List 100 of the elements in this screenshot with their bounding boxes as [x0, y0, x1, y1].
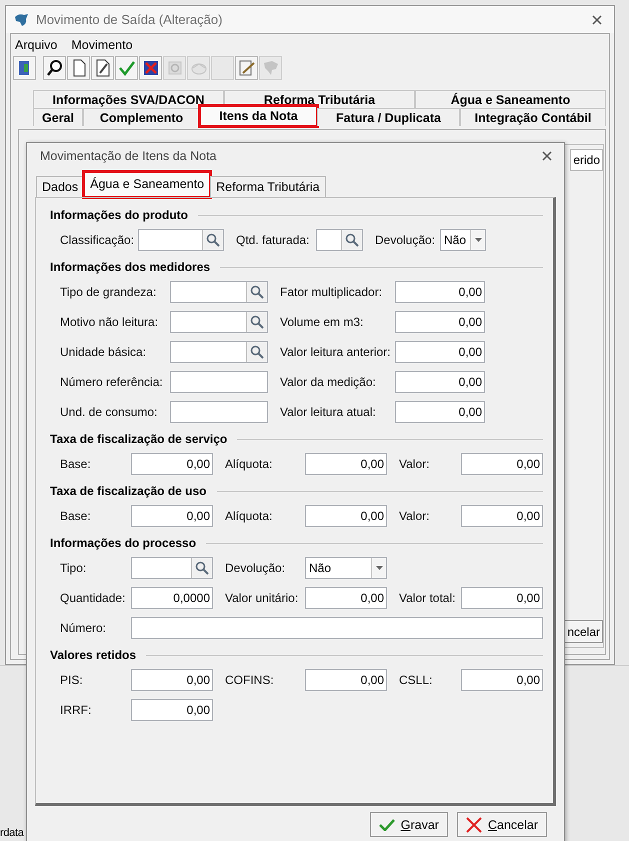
- tab[interactable]: Complemento: [83, 108, 200, 126]
- tab[interactable]: Água e Saneamento: [84, 172, 210, 197]
- section-title: Taxa de fiscalização de uso: [50, 484, 207, 498]
- toolbar-button[interactable]: [91, 56, 114, 80]
- close-icon: [466, 816, 482, 832]
- search-icon: [345, 233, 359, 247]
- number-field[interactable]: 0,00: [461, 453, 543, 475]
- text-field[interactable]: [170, 371, 268, 393]
- dropdown-field[interactable]: Não: [440, 229, 486, 251]
- lookup-field[interactable]: [170, 281, 268, 303]
- menu-item[interactable]: Arquivo: [15, 38, 58, 52]
- edit-document-icon: [94, 59, 112, 77]
- search-icon: [46, 59, 64, 77]
- number-field[interactable]: 0,00: [395, 371, 485, 393]
- save-button[interactable]: Gravar: [370, 812, 448, 837]
- number-field[interactable]: 0,00: [305, 453, 387, 475]
- cancel-button[interactable]: ncelar: [564, 620, 603, 643]
- field-label: Quantidade:: [60, 591, 126, 605]
- field-label: Qtd. faturada:: [236, 233, 310, 247]
- field-label: Unidade básica:: [60, 345, 148, 359]
- tab[interactable]: Dados: [36, 176, 84, 197]
- search-button[interactable]: [202, 230, 223, 250]
- number-field[interactable]: 0,00: [131, 453, 213, 475]
- tab[interactable]: Integração Contábil: [460, 108, 606, 126]
- section-title: Taxa de fiscalização de serviço: [50, 432, 228, 446]
- field-label: Tipo:: [60, 561, 88, 575]
- window-title: Movimento de Saída (Alteração): [36, 12, 224, 27]
- tab[interactable]: Fatura / Duplicata: [317, 108, 460, 126]
- number-field[interactable]: 0,00: [395, 341, 485, 363]
- search-icon: [195, 561, 209, 575]
- section-title: Valores retidos: [50, 648, 136, 662]
- text-field[interactable]: [170, 401, 268, 423]
- tab[interactable]: Água e Saneamento: [415, 90, 606, 108]
- field-label: Fator multiplicador:: [280, 285, 384, 299]
- number-field[interactable]: 0,00: [395, 311, 485, 333]
- tab[interactable]: Itens da Nota: [200, 106, 317, 126]
- field-label: Base:: [60, 457, 92, 471]
- number-field[interactable]: 0,00: [131, 505, 213, 527]
- field-label: Valor leitura anterior:: [280, 345, 392, 359]
- field-label: Alíquota:: [225, 509, 274, 523]
- search-icon: [250, 345, 264, 359]
- cancel-button[interactable]: Cancelar: [456, 812, 547, 837]
- field-label: Valor unitário:: [225, 591, 300, 605]
- field-label: Tipo de grandeza:: [60, 285, 158, 299]
- number-field[interactable]: 0,00: [461, 505, 543, 527]
- text-field[interactable]: [131, 617, 543, 639]
- search-button[interactable]: [246, 282, 267, 302]
- number-field[interactable]: 0,00: [305, 505, 387, 527]
- field-label: COFINS:: [225, 673, 275, 687]
- number-field[interactable]: 0,00: [461, 587, 543, 609]
- field-label: Devolução:: [225, 561, 286, 575]
- number-field[interactable]: 0,00: [461, 669, 543, 691]
- dropdown-field[interactable]: Não: [305, 557, 387, 579]
- toolbar-button[interactable]: [43, 56, 66, 80]
- field-label: Volume em m3:: [280, 315, 364, 329]
- close-icon: [592, 14, 602, 24]
- close-icon: [542, 151, 552, 161]
- lookup-field[interactable]: [316, 229, 363, 251]
- search-icon: [250, 315, 264, 329]
- lookup-field[interactable]: [170, 311, 268, 333]
- number-field[interactable]: 0,00: [395, 281, 485, 303]
- tab[interactable]: Geral: [33, 108, 83, 126]
- search-button[interactable]: [246, 342, 267, 362]
- status-text: rdata: [0, 827, 24, 839]
- lookup-field[interactable]: [170, 341, 268, 363]
- number-field[interactable]: 0,00: [131, 669, 213, 691]
- lookup-field[interactable]: [131, 557, 213, 579]
- field-label: Devolução:: [375, 233, 436, 247]
- search-button[interactable]: [246, 312, 267, 332]
- toolbar-button[interactable]: [139, 56, 162, 80]
- field-label: Motivo não leitura:: [60, 315, 160, 329]
- number-field[interactable]: 0,00: [305, 587, 387, 609]
- field-label: Valor:: [399, 509, 430, 523]
- toolbar-button[interactable]: [67, 56, 90, 80]
- field-label: Base:: [60, 509, 92, 523]
- field-label: Valor da medição:: [280, 375, 377, 389]
- number-field[interactable]: 0,00: [395, 401, 485, 423]
- search-button[interactable]: [341, 230, 362, 250]
- lookup-field[interactable]: [138, 229, 224, 251]
- field-label: Número referência:: [60, 375, 164, 389]
- field-label: Número:: [60, 621, 108, 635]
- number-field[interactable]: 0,00: [305, 669, 387, 691]
- tab[interactable]: Reforma Tributária: [210, 176, 326, 197]
- field-label: Valor total:: [399, 591, 456, 605]
- tab[interactable]: erido: [570, 149, 603, 171]
- section-title: Informações do produto: [50, 208, 188, 222]
- field-label: Valor leitura atual:: [280, 405, 377, 419]
- number-field[interactable]: 0,00: [131, 699, 213, 721]
- number-field[interactable]: 0,0000: [131, 587, 213, 609]
- dropdown-arrow-icon: [376, 566, 382, 570]
- menu-item[interactable]: Movimento: [71, 38, 133, 52]
- pen-document-icon: [238, 59, 256, 77]
- delete-document-icon: [142, 59, 160, 77]
- search-icon: [250, 285, 264, 299]
- field-label: CSLL:: [399, 673, 434, 687]
- field-label: Classificação:: [60, 233, 136, 247]
- field-label: Und. de consumo:: [60, 405, 158, 419]
- search-button[interactable]: [191, 558, 212, 578]
- field-label: Alíquota:: [225, 457, 274, 471]
- tab[interactable]: Informações SVA/DACON: [33, 90, 224, 108]
